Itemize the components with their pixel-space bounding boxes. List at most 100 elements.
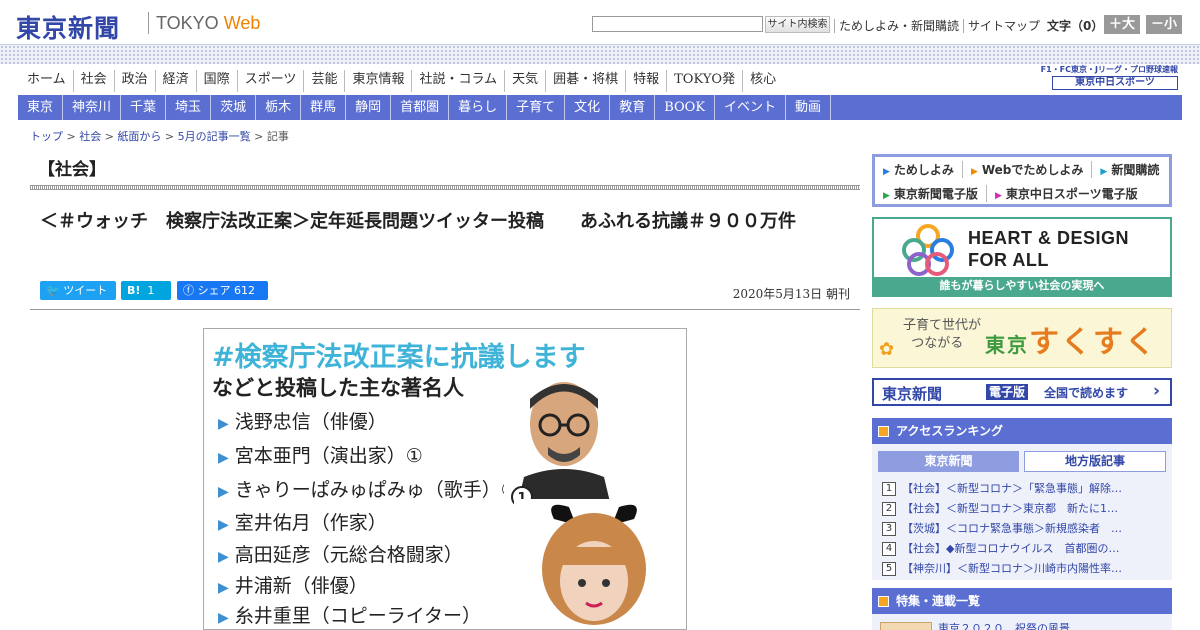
epaper-text: 全国で読めます xyxy=(1044,386,1129,400)
image-subhead: などと投稿した主な著名人 xyxy=(212,376,464,400)
ranking-tab-local[interactable]: 地方版記事 xyxy=(1024,451,1166,472)
nav-politics[interactable]: 政治 xyxy=(113,70,155,92)
subscribe-label: 新聞購読 xyxy=(1111,163,1160,177)
nav-go-shogi[interactable]: 囲碁・将棋 xyxy=(545,70,625,92)
nav-editorial-column[interactable]: 社説・コラム xyxy=(411,70,504,92)
section-rule xyxy=(30,185,860,190)
header-divider-band xyxy=(0,44,1200,64)
logo-sub-text: TOKYO xyxy=(156,13,224,33)
chunichi-sports-epaper-link[interactable]: ▶ 東京中日スポーツ電子版 xyxy=(985,185,1146,202)
hatena-bookmark-button[interactable]: B! 1 xyxy=(121,281,171,300)
nav-tokuho[interactable]: 特報 xyxy=(625,70,666,92)
web-trial-read-link[interactable]: ▶ Webでためしよみ xyxy=(961,161,1091,178)
triangle-bullet-icon: ▶ xyxy=(218,580,229,596)
ranking-tab-tokyo[interactable]: 東京新聞 xyxy=(878,451,1019,472)
triangle-bullet-icon: ▶ xyxy=(218,610,229,626)
ranking-item[interactable]: 4 【社会】◆新型コロナウイルス 首都圏の… xyxy=(882,540,1166,560)
ranking-item[interactable]: 1 【社会】＜新型コロナ＞「緊急事態」解除… xyxy=(882,480,1166,500)
rank-number: 4 xyxy=(882,542,896,556)
sitemap-link[interactable]: サイトマップ xyxy=(963,19,1045,33)
trial-read-link[interactable]: ▶ ためしよみ xyxy=(881,161,962,178)
publish-date: 2020年5月13日 朝刊 xyxy=(732,287,850,301)
tokyo-sukusuku-banner[interactable]: 子育て世代が つながる 東京すくすく ✿ xyxy=(872,308,1172,368)
nav-tokyo-hatsu[interactable]: TOKYO発 xyxy=(666,70,742,92)
nav-society[interactable]: 社会 xyxy=(72,70,114,92)
region-saitama[interactable]: 埼玉 xyxy=(166,95,212,120)
orange-square-icon xyxy=(878,596,889,607)
nav-weather[interactable]: 天気 xyxy=(504,70,545,92)
region-parenting[interactable]: 子育て xyxy=(507,95,566,120)
region-culture[interactable]: 文化 xyxy=(565,95,611,120)
rank-text: 【社会】◆新型コロナウイルス 首都圏の… xyxy=(902,542,1120,555)
image-list-item: ▶ 室井佑月（作家） xyxy=(218,508,387,535)
tweet-button[interactable]: 🐦 ツイート xyxy=(40,281,116,300)
image-list-item: ▶ 井浦新（俳優） xyxy=(218,571,368,598)
region-living[interactable]: 暮らし xyxy=(449,95,508,120)
rank-text: 【茨城】＜コロナ緊急事態＞新規感染者 … xyxy=(902,522,1122,535)
site-logo[interactable]: 東京新聞 xyxy=(16,9,120,45)
nav-international[interactable]: 国際 xyxy=(195,70,237,92)
site-logo-sub[interactable]: TOKYO Web xyxy=(156,13,260,34)
arrow-icon: ▶ xyxy=(883,167,890,177)
region-video[interactable]: 動画 xyxy=(786,95,832,120)
region-kanagawa[interactable]: 神奈川 xyxy=(63,95,122,120)
breadcrumb-separator: > xyxy=(161,130,178,143)
breadcrumb-current: 記事 xyxy=(266,130,289,143)
nav-economy[interactable]: 経済 xyxy=(154,70,196,92)
region-gunma[interactable]: 群馬 xyxy=(301,95,347,120)
hatena-icon: B! xyxy=(127,284,141,297)
region-tochigi[interactable]: 栃木 xyxy=(256,95,302,120)
subscribe-link[interactable]: ためしよみ・新聞購読 xyxy=(834,19,964,33)
nav-entertainment[interactable]: 芸能 xyxy=(303,70,344,92)
epaper-banner[interactable]: 東京新聞 電子版 全国で読めます › xyxy=(872,378,1172,406)
subscribe-newspaper-link[interactable]: ▶ 新聞購読 xyxy=(1091,161,1167,178)
breadcrumb-top[interactable]: トップ xyxy=(30,130,63,143)
hatena-count: 1 xyxy=(147,284,155,297)
rank-number: 1 xyxy=(882,482,896,496)
sports-links[interactable]: F1・FC東京・Jリーグ・プロ野球速報 xyxy=(1024,64,1178,75)
image-list-text: 宮本亜門（演出家）① xyxy=(234,445,423,467)
ranking-header: アクセスランキング xyxy=(872,418,1172,444)
feature-title: 特集・連載一覧 xyxy=(896,594,981,608)
region-shizuoka[interactable]: 静岡 xyxy=(346,95,392,120)
region-book[interactable]: BOOK xyxy=(655,95,716,120)
region-event[interactable]: イベント xyxy=(715,95,787,120)
region-chiba[interactable]: 千葉 xyxy=(121,95,167,120)
service-row: ▶ 東京新聞電子版 ▶ 東京中日スポーツ電子版 xyxy=(881,185,1146,202)
nav-home[interactable]: ホーム xyxy=(18,70,73,92)
portrait-photo-man: 1 xyxy=(504,369,624,519)
breadcrumb-may-list[interactable]: 5月の記事一覧 xyxy=(178,130,251,143)
rank-text: 【神奈川】＜新型コロナ＞川崎市内陽性率… xyxy=(902,562,1122,575)
ranking-item[interactable]: 3 【茨城】＜コロナ緊急事態＞新規感染者 … xyxy=(882,520,1166,540)
article-rule xyxy=(30,309,860,310)
service-links-box: ▶ ためしよみ ▶ Webでためしよみ ▶ 新聞購読 ▶ 東京新聞電子版 ▶ 東京中日スポ… xyxy=(872,154,1172,207)
image-list-text: 高田延彦（元総合格闘家） xyxy=(234,544,463,566)
nav-sports[interactable]: スポーツ xyxy=(236,70,304,92)
logo-sub-web: Web xyxy=(223,13,261,33)
breadcrumb-society[interactable]: 社会 xyxy=(79,130,101,143)
font-size-up-button[interactable]: ＋大 xyxy=(1104,15,1140,34)
ranking-item[interactable]: 5 【神奈川】＜新型コロナ＞川崎市内陽性率… xyxy=(882,560,1166,580)
feature-thumbnail[interactable] xyxy=(880,622,932,630)
heart-design-title-line2: FOR ALL xyxy=(968,250,1049,270)
ranking-item[interactable]: 2 【社会】＜新型コロナ＞東京都 新たに1… xyxy=(882,500,1166,520)
region-shutoken[interactable]: 首都圏 xyxy=(391,95,450,120)
region-ibaraki[interactable]: 茨城 xyxy=(211,95,257,120)
triangle-bullet-icon: ▶ xyxy=(218,450,229,466)
site-search-button[interactable]: サイト内検索 xyxy=(765,16,830,33)
font-size-down-button[interactable]: －小 xyxy=(1146,15,1182,34)
nav-tokyo-info[interactable]: 東京情報 xyxy=(344,70,411,92)
search-input[interactable] xyxy=(592,16,763,32)
chunichi-sports-logo[interactable]: 東京中日スポーツ xyxy=(1052,76,1178,90)
region-tokyo[interactable]: 東京 xyxy=(18,95,64,120)
triangle-bullet-icon: ▶ xyxy=(218,416,229,432)
region-education[interactable]: 教育 xyxy=(610,95,656,120)
chunichi-sports-epaper-label: 東京中日スポーツ電子版 xyxy=(1005,187,1138,201)
nav-kakushin[interactable]: 核心 xyxy=(742,70,783,92)
trial-read-label: ためしよみ xyxy=(893,163,954,177)
tokyo-epaper-link[interactable]: ▶ 東京新聞電子版 xyxy=(881,185,986,202)
heart-design-banner[interactable]: HEART & DESIGN FOR ALL 誰もが暮らしやすい社会の実現へ xyxy=(872,217,1172,297)
facebook-share-button[interactable]: ⓕ シェア 612 xyxy=(177,281,268,300)
breadcrumb-print[interactable]: 紙面から xyxy=(117,130,161,143)
feature-item[interactable]: 東京２０２０ 祝祭の風景 xyxy=(938,620,1070,630)
